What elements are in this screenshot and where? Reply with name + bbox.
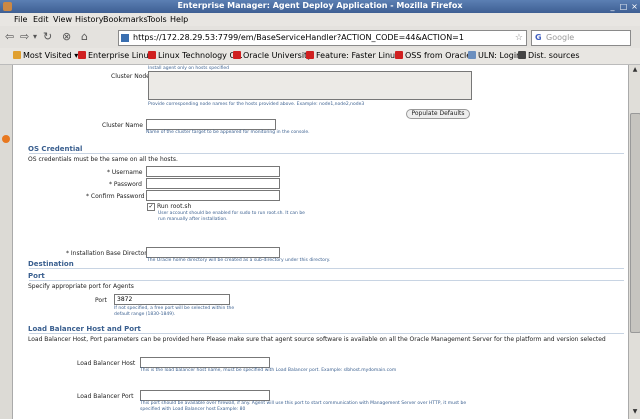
run-root-label: Run root.sh [157, 203, 192, 210]
bookmark-most-visited[interactable]: Most Visited ▾ [13, 51, 78, 61]
installation-base-directory-hint: The Oracle home directory will be create… [147, 258, 331, 263]
run-root-hint: User account should be enabled for sudo … [158, 211, 305, 222]
os-credential-description: OS credentials must be the same on all t… [28, 156, 178, 163]
google-search-icon: G [535, 33, 542, 42]
window-title: Enterprise Manager: Agent Deploy Applica… [177, 1, 463, 10]
oracle-icon [148, 51, 156, 59]
confirm-password-input[interactable] [146, 190, 280, 201]
load-balancer-host-label: Load Balancer Host [77, 360, 136, 367]
menu-tools[interactable]: Tools [147, 15, 167, 24]
window-titlebar: Enterprise Manager: Agent Deploy Applica… [0, 0, 640, 13]
sidebar-strip [0, 65, 13, 419]
section-divider [29, 268, 624, 269]
port-input[interactable]: 3872 [114, 294, 230, 305]
load-balancer-host-input[interactable] [140, 357, 270, 368]
menu-view[interactable]: View [53, 15, 72, 24]
menu-edit[interactable]: Edit [33, 15, 49, 24]
bookmark-oss-from-oracle[interactable]: OSS from Oracle [395, 51, 471, 61]
navigation-toolbar: ⇦ ⇨ ▾ ↻ ⊗ ⌂ https://172.28.29.53:7799/em… [0, 26, 640, 49]
bookmark-linux-technology[interactable]: Linux Technology C... [148, 51, 243, 61]
oracle-icon [233, 51, 241, 59]
close-icon[interactable]: × [630, 2, 639, 11]
firefox-status-icon [2, 135, 10, 143]
address-bar[interactable]: https://172.28.29.53:7799/em/BaseService… [118, 30, 527, 46]
bookmark-uln-login[interactable]: ULN: Login [468, 51, 521, 61]
scroll-down-icon[interactable]: ▼ [630, 408, 640, 418]
oracle-icon [78, 51, 86, 59]
cluster-node-list-hint: Provide corresponding node names for the… [148, 102, 365, 107]
uln-icon [468, 51, 476, 59]
load-balancer-port-input[interactable] [140, 390, 270, 401]
password-input[interactable] [146, 178, 280, 189]
folder-icon [13, 51, 21, 59]
bookmarks-toolbar: Most Visited ▾ Enterprise Linux Linux Te… [0, 48, 640, 65]
oracle-icon [306, 51, 314, 59]
installation-base-directory-label: * Installation Base Directory [66, 250, 151, 257]
cluster-name-hint: Name of the cluster target to be appeare… [146, 130, 310, 135]
oracle-icon [395, 51, 403, 59]
forward-icon[interactable]: ⇨ [20, 30, 29, 44]
bookmark-enterprise-linux[interactable]: Enterprise Linux [78, 51, 153, 61]
menu-file[interactable]: File [14, 15, 27, 24]
home-icon[interactable]: ⌂ [81, 30, 88, 44]
load-balancer-description: Load Balancer Host, Port parameters can … [28, 336, 606, 343]
port-description: Specify appropriate port for Agents [28, 283, 134, 290]
maximize-icon[interactable]: □ [619, 2, 628, 11]
reload-icon[interactable]: ↻ [43, 30, 52, 44]
page-content: Install agent only on hosts specified Cl… [13, 65, 628, 419]
os-credential-heading: OS Credential [28, 145, 83, 153]
stop-icon[interactable]: ⊗ [62, 30, 71, 44]
confirm-password-label: * Confirm Password [86, 193, 145, 200]
bookmark-star-icon[interactable]: ☆ [515, 31, 523, 45]
search-box[interactable]: G Google [531, 30, 631, 46]
username-input[interactable] [146, 166, 280, 177]
section-divider [29, 280, 624, 281]
bookmark-feature-faster-linux[interactable]: Feature: Faster Linu... [306, 51, 403, 61]
load-balancer-host-hint: This is the load balancer host name, mus… [140, 368, 397, 373]
menu-history[interactable]: History [75, 15, 103, 24]
menu-bar: File Edit View History Bookmarks Tools H… [0, 13, 640, 26]
populate-defaults-button[interactable]: Populate Defaults [406, 109, 470, 119]
port-heading: Port [28, 272, 45, 280]
username-label: * Username [107, 169, 143, 176]
section-divider [29, 333, 624, 334]
bookmark-oracle-university[interactable]: Oracle University [233, 51, 312, 61]
destination-heading: Destination [28, 260, 74, 268]
search-placeholder: Google [546, 33, 575, 42]
history-dropdown-icon[interactable]: ▾ [33, 30, 37, 44]
password-label: * Password [109, 181, 142, 188]
cluster-name-input[interactable] [146, 119, 276, 130]
site-favicon-icon [121, 34, 129, 42]
menu-bookmarks[interactable]: Bookmarks [103, 15, 148, 24]
menu-help[interactable]: Help [170, 15, 188, 24]
back-icon[interactable]: ⇦ [5, 30, 14, 44]
minimize-icon[interactable]: _ [608, 2, 617, 11]
cluster-name-label: Cluster Name [102, 122, 143, 129]
cluster-node-list-textarea[interactable] [148, 71, 472, 100]
vertical-scrollbar[interactable]: ▲ ▼ [628, 65, 640, 419]
page-icon [518, 51, 526, 59]
bookmark-dist-sources[interactable]: Dist. sources [518, 51, 580, 61]
port-label: Port [95, 297, 107, 304]
scrollbar-thumb[interactable] [630, 113, 640, 333]
section-divider [29, 153, 624, 154]
address-text: https://172.28.29.53:7799/em/BaseService… [133, 33, 464, 42]
load-balancer-port-hint: This port should be available over firew… [140, 401, 467, 412]
scroll-up-icon[interactable]: ▲ [630, 66, 640, 76]
port-hint: If not specified, a free port will be se… [114, 306, 235, 317]
load-balancer-port-label: Load Balancer Port [77, 393, 134, 400]
run-root-checkbox[interactable]: ✓ [147, 203, 155, 211]
installation-base-directory-input[interactable] [146, 247, 280, 258]
load-balancer-heading: Load Balancer Host and Port [28, 325, 141, 333]
